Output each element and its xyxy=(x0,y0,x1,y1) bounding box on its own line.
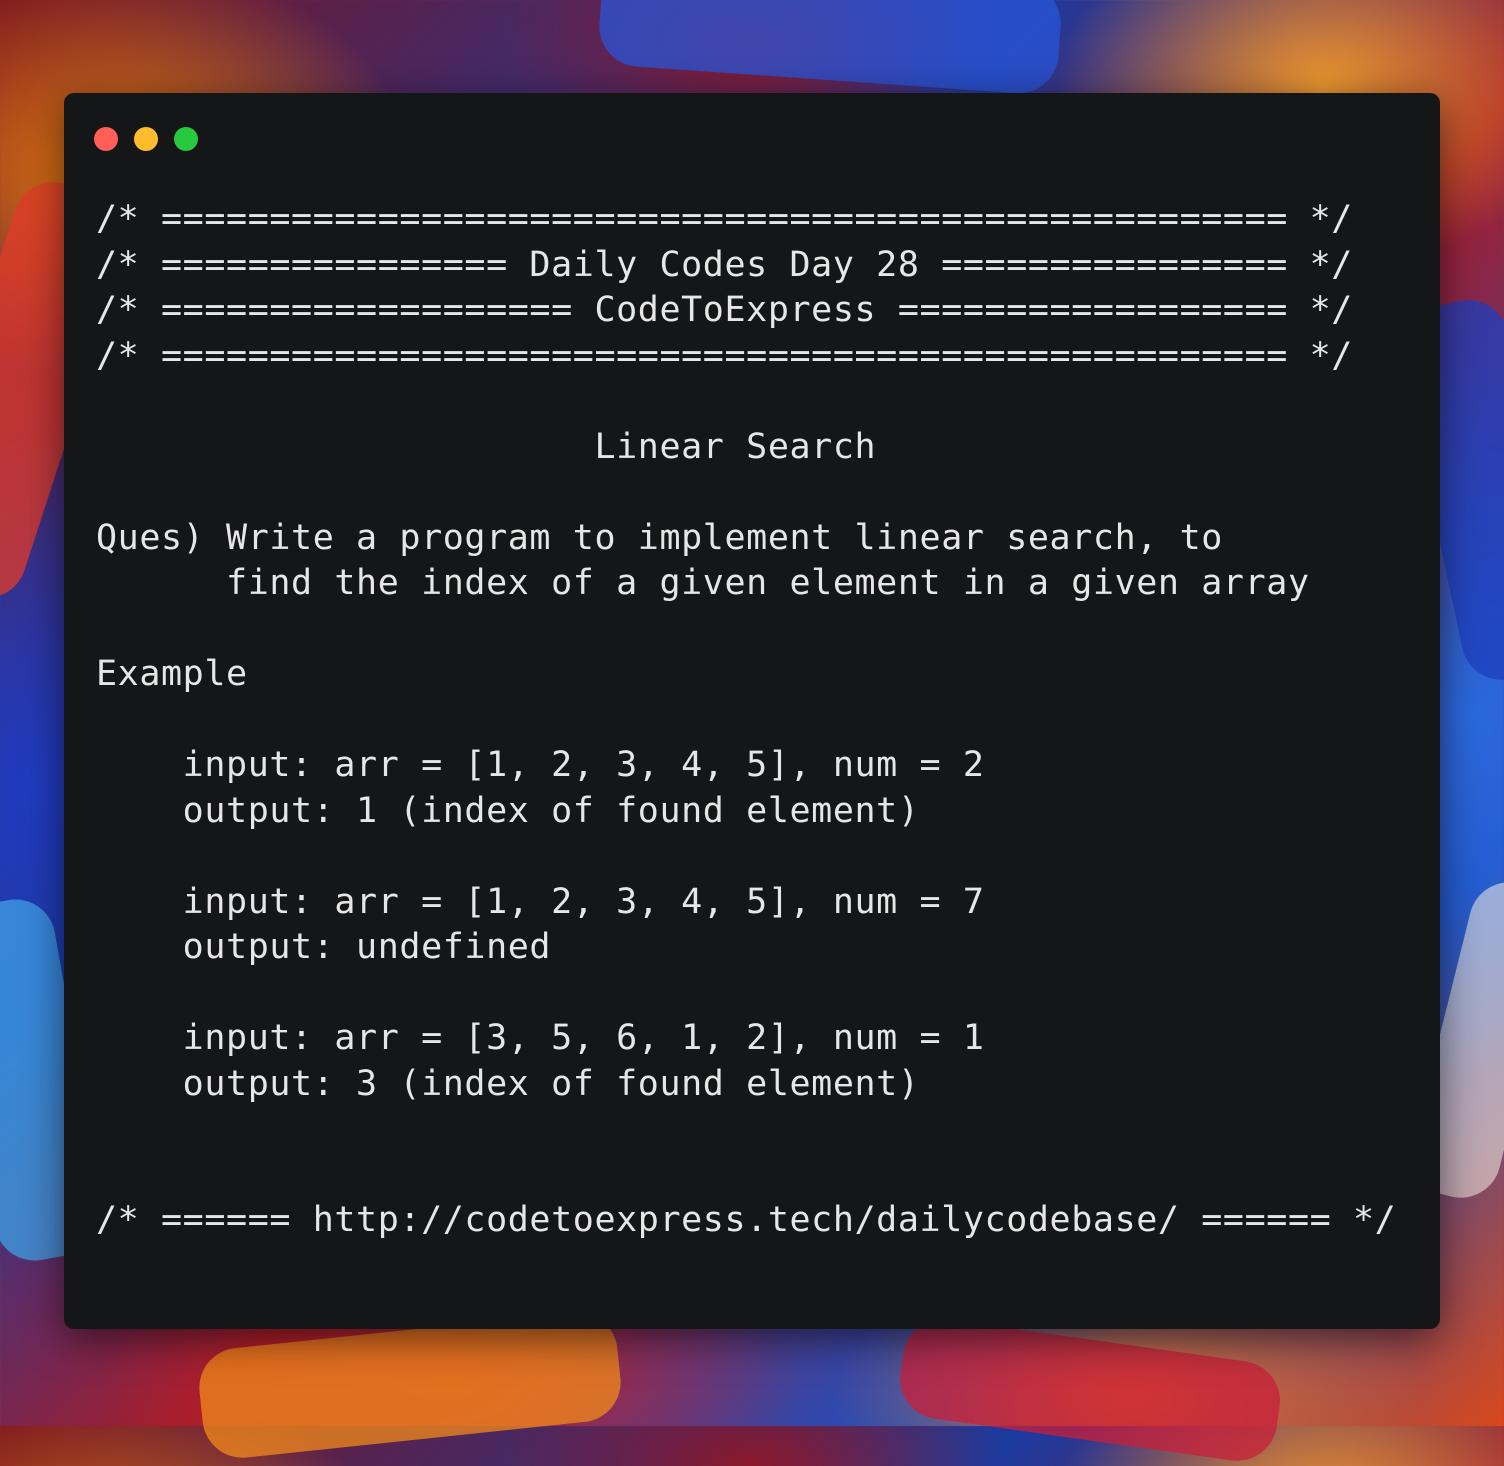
paint-stroke xyxy=(596,0,1064,96)
code-line: /* =====================================… xyxy=(96,335,1353,376)
example-input: input: arr = [3, 5, 6, 1, 2], num = 1 xyxy=(96,1018,985,1058)
minimize-button[interactable] xyxy=(134,127,158,151)
example-output: output: 1 (index of found element) xyxy=(96,790,920,831)
example-input: input: arr = [1, 2, 3, 4, 5], num = 2 xyxy=(96,745,985,785)
code-window: /* =====================================… xyxy=(64,93,1440,1329)
close-button[interactable] xyxy=(94,127,118,151)
window-controls xyxy=(94,127,198,151)
code-line: /* ================ Daily Codes Day 28 =… xyxy=(96,244,1353,285)
example-heading: Example xyxy=(96,654,248,694)
code-line: /* =====================================… xyxy=(96,199,1353,239)
paint-stroke xyxy=(894,1314,1286,1466)
maximize-button[interactable] xyxy=(174,127,198,151)
paint-stroke xyxy=(195,1308,625,1462)
question-line: find the index of a given element in a g… xyxy=(96,563,1310,603)
question-line: Ques) Write a program to implement linea… xyxy=(96,517,1223,558)
example-output: output: undefined xyxy=(96,927,552,967)
example-input: input: arr = [1, 2, 3, 4, 5], num = 7 xyxy=(96,881,985,922)
example-output: output: 3 (index of found element) xyxy=(96,1063,920,1104)
code-title: Linear Search xyxy=(96,426,877,467)
footer-url-line: /* ====== http://codetoexpress.tech/dail… xyxy=(96,1200,1397,1240)
code-line: /* =================== CodeToExpress ===… xyxy=(96,290,1353,330)
code-block: /* =====================================… xyxy=(96,197,1396,1244)
